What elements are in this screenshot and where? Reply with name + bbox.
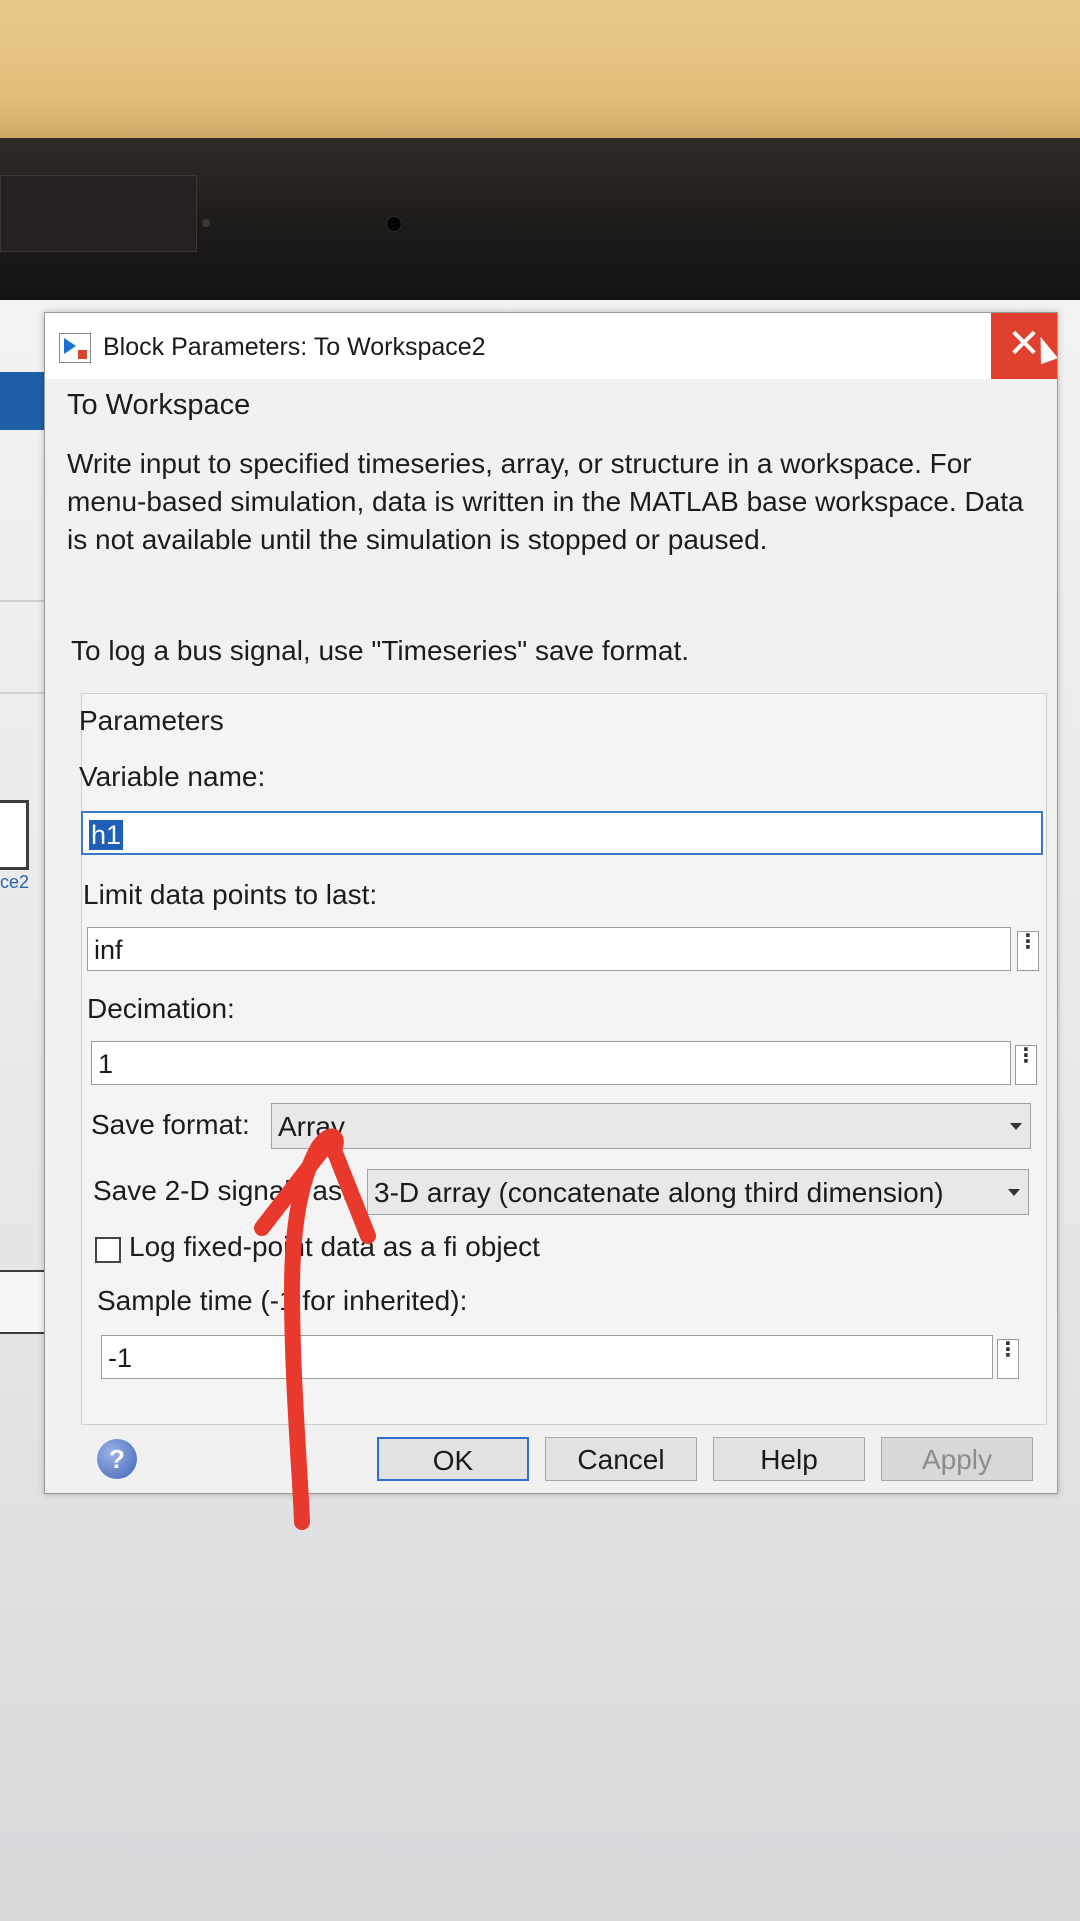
annotation-arrow-icon — [254, 1128, 376, 1530]
